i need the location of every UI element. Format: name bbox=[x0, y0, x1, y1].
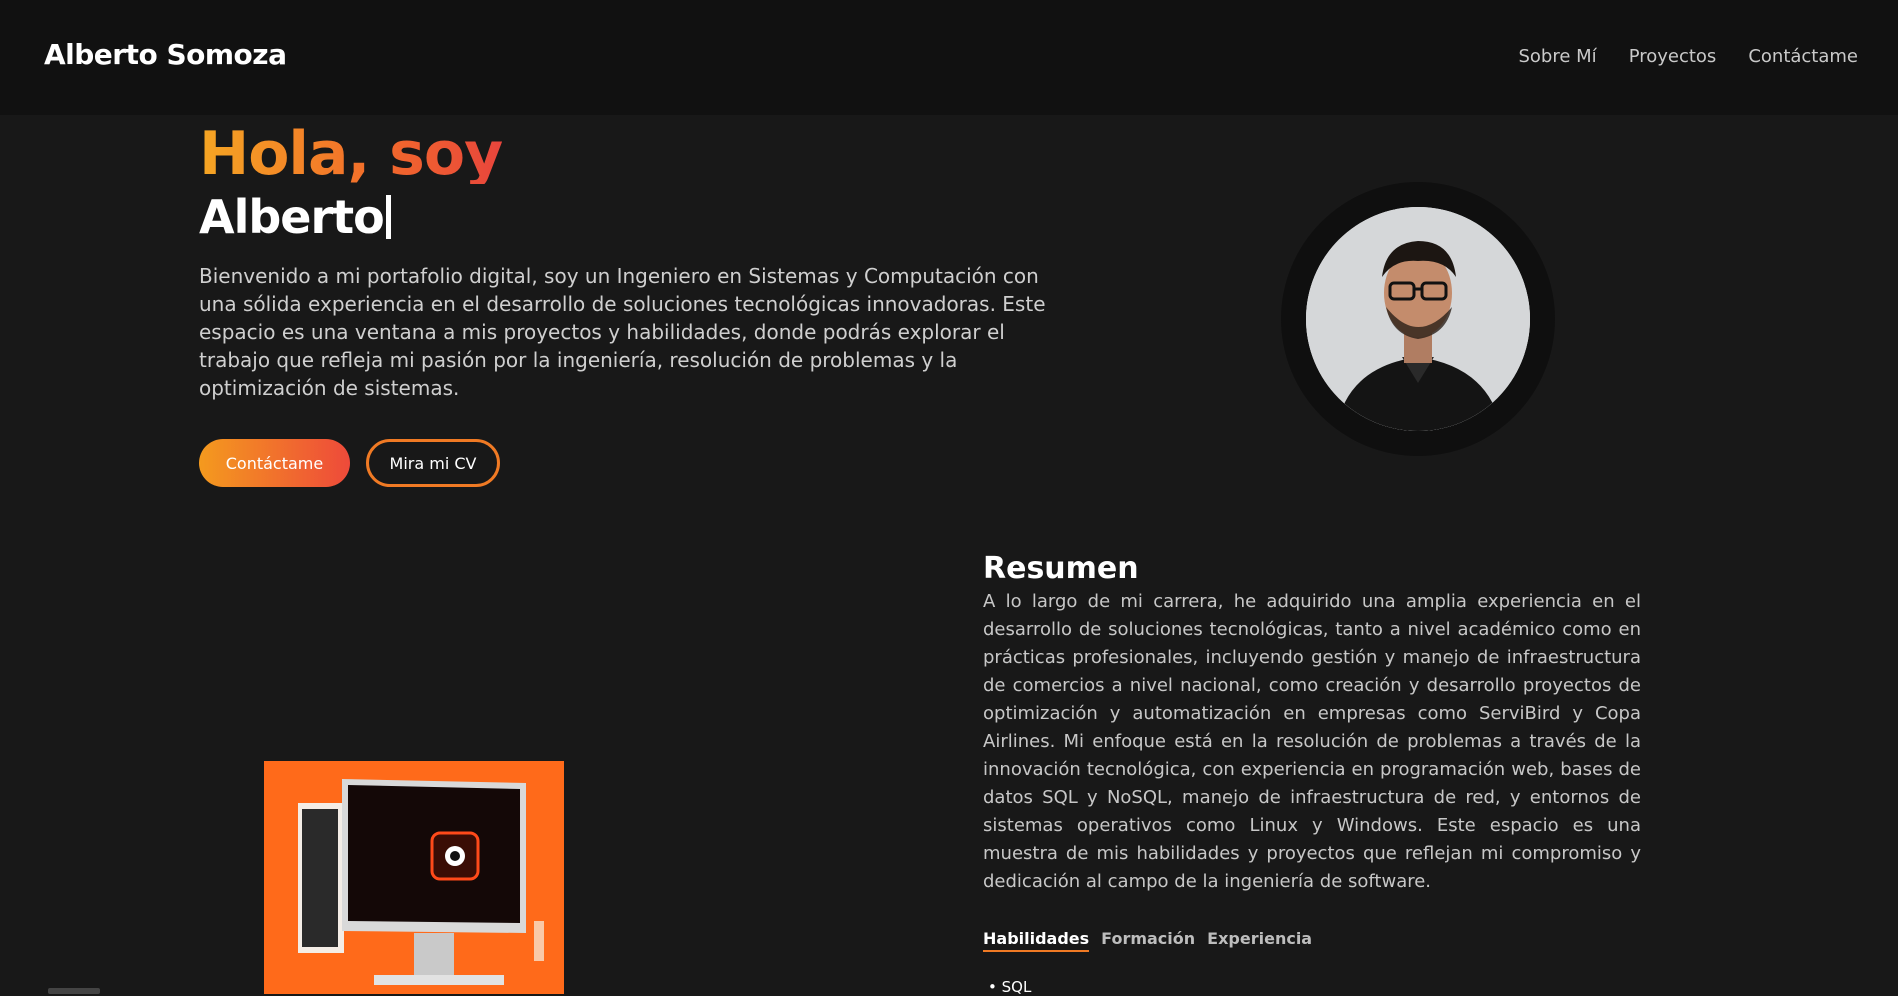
summary-tabs: Habilidades Formación Experiencia bbox=[983, 929, 1312, 952]
scroll-indicator bbox=[48, 988, 100, 994]
main-nav: Sobre Mí Proyectos Contáctame bbox=[1518, 46, 1858, 67]
nav-link-sobre-mi[interactable]: Sobre Mí bbox=[1518, 46, 1596, 67]
skill-list-item: • SQL bbox=[988, 978, 1032, 996]
skill-label: SQL bbox=[1001, 978, 1032, 996]
project-illustration bbox=[264, 761, 564, 994]
profile-portrait-icon bbox=[1306, 207, 1530, 431]
hero-greeting: Hola, soy bbox=[199, 119, 503, 189]
nav-link-contactame[interactable]: Contáctame bbox=[1748, 46, 1858, 67]
profile-photo-frame bbox=[1281, 182, 1555, 456]
tab-formacion[interactable]: Formación bbox=[1101, 929, 1195, 952]
top-navbar: Alberto Somoza Sobre Mí Proyectos Contác… bbox=[0, 0, 1898, 115]
hero-name: Alberto bbox=[199, 194, 391, 240]
computer-illustration-icon bbox=[264, 761, 564, 994]
nav-link-proyectos[interactable]: Proyectos bbox=[1629, 46, 1717, 67]
view-cv-button[interactable]: Mira mi CV bbox=[366, 439, 500, 487]
hero-description: Bienvenido a mi portafolio digital, soy … bbox=[199, 264, 1046, 400]
hero-name-text: Alberto bbox=[199, 190, 385, 244]
summary-text: A lo largo de mi carrera, he adquirido u… bbox=[983, 591, 1641, 892]
tab-experiencia[interactable]: Experiencia bbox=[1207, 929, 1312, 952]
tab-habilidades[interactable]: Habilidades bbox=[983, 929, 1090, 952]
contact-button[interactable]: Contáctame bbox=[199, 439, 350, 487]
brand-logo[interactable]: Alberto Somoza bbox=[44, 38, 287, 71]
profile-photo bbox=[1306, 207, 1530, 431]
typing-caret bbox=[385, 195, 391, 239]
summary-title: Resumen bbox=[983, 551, 1139, 586]
